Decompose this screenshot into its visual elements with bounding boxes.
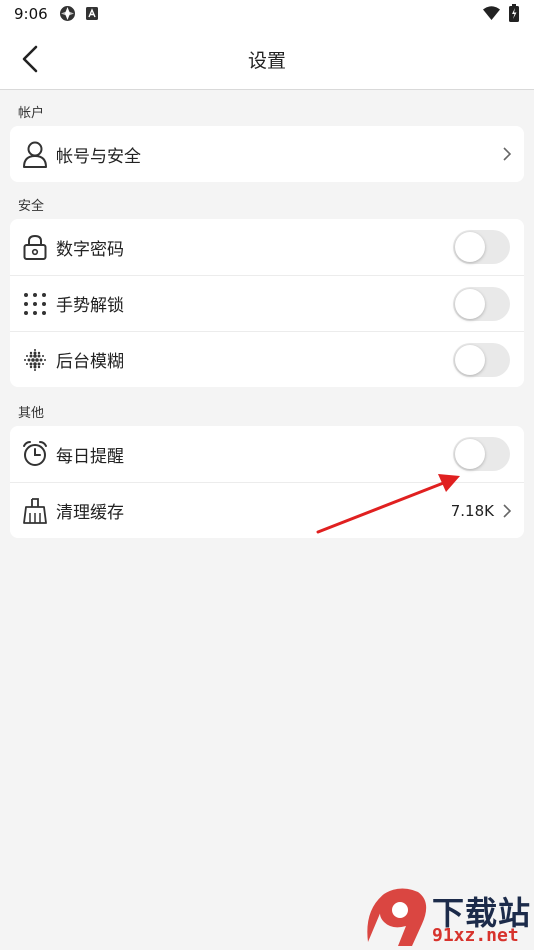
alarm-clock-icon <box>23 441 47 466</box>
status-bar: 9:06 <box>0 0 534 28</box>
toggle-knob <box>455 345 485 375</box>
toggle-knob <box>455 289 485 319</box>
status-time: 9:06 <box>14 5 48 23</box>
page-title: 设置 <box>247 50 286 72</box>
account-security-row[interactable]: 帐号与安全 <box>10 126 524 182</box>
daily-reminder-toggle[interactable] <box>453 437 510 471</box>
pin-code-row: 数字密码 <box>10 219 524 275</box>
pin-code-label: 数字密码 <box>56 239 124 260</box>
section-label-security: 安全 <box>18 199 45 214</box>
security-card: 数字密码 手势解锁 后台模糊 <box>10 219 524 387</box>
account-security-label: 帐号与安全 <box>56 146 141 167</box>
battery-charging-icon <box>509 4 519 22</box>
lock-icon <box>23 234 47 260</box>
watermark-text-bottom: 91xz.net <box>432 925 519 946</box>
gesture-unlock-label: 手势解锁 <box>56 296 124 316</box>
background-blur-toggle[interactable] <box>453 343 510 377</box>
toggle-knob <box>455 232 485 262</box>
toggle-knob <box>455 439 485 469</box>
daily-reminder-label: 每日提醒 <box>56 446 124 467</box>
section-label-account: 帐户 <box>18 106 45 121</box>
app-bar: 设置 <box>0 28 534 90</box>
section-label-other: 其他 <box>18 406 45 421</box>
chevron-right-icon <box>503 504 512 518</box>
account-card: 帐号与安全 <box>10 126 524 182</box>
clear-cache-label: 清理缓存 <box>56 503 124 523</box>
user-icon <box>23 141 47 168</box>
broom-icon <box>23 498 47 524</box>
other-card: 每日提醒 清理缓存 7.18K <box>10 426 524 538</box>
daily-reminder-row: 每日提醒 <box>10 426 524 482</box>
background-blur-row: 后台模糊 <box>10 331 524 387</box>
gesture-unlock-row: 手势解锁 <box>10 275 524 331</box>
background-blur-label: 后台模糊 <box>56 352 124 372</box>
pin-code-toggle[interactable] <box>453 230 510 264</box>
gesture-unlock-toggle[interactable] <box>453 287 510 321</box>
clear-cache-row[interactable]: 清理缓存 7.18K <box>10 482 524 538</box>
cache-size-value: 7.18K <box>450 501 494 520</box>
chevron-right-icon <box>503 147 512 161</box>
blur-icon <box>24 349 46 371</box>
app-notification-icon <box>60 6 75 21</box>
dot-grid-icon <box>24 293 46 315</box>
wifi-icon <box>483 6 500 20</box>
text-notification-icon <box>86 7 98 20</box>
